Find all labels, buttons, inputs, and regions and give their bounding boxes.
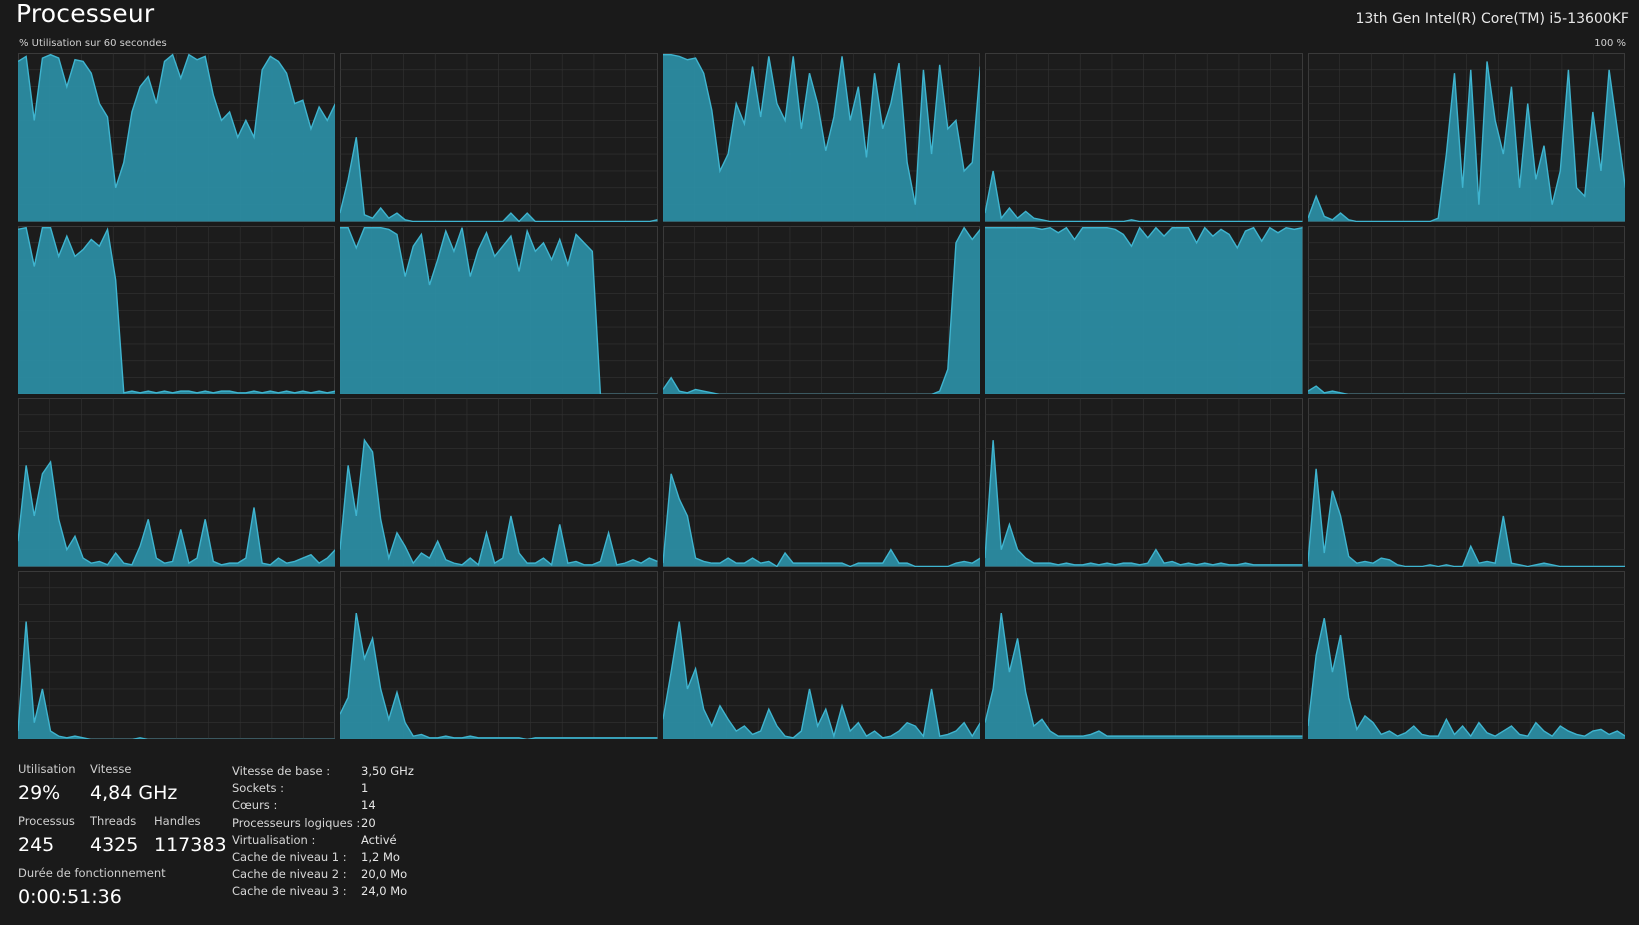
cpu-graph-core-9[interactable] <box>1307 225 1625 394</box>
cpu-graph-svg <box>18 226 336 394</box>
cpu-graph-svg <box>340 571 658 739</box>
stat-label: Threads <box>90 814 137 828</box>
cpu-graph-svg <box>985 226 1303 394</box>
cpu-graph-core-8[interactable] <box>985 225 1303 394</box>
cpu-graph-svg <box>1307 226 1625 394</box>
usage-area <box>340 227 658 394</box>
spec-key: Vitesse de base : <box>232 764 331 778</box>
cpu-graph-core-1[interactable] <box>340 53 658 222</box>
cpu-graph-svg <box>985 398 1303 567</box>
stat-value: 0:00:51:36 <box>18 886 122 908</box>
cpu-graph-core-12[interactable] <box>662 398 981 567</box>
stat-uptime: Durée de fonctionnement 0:00:51:36 <box>18 866 166 908</box>
spec-key: Cache de niveau 2 : <box>232 867 347 882</box>
spec-value: 20,0 Mo <box>361 867 408 882</box>
cpu-graph-svg <box>662 398 981 567</box>
stat-label: Durée de fonctionnement <box>18 866 166 880</box>
cpu-graph-svg <box>18 398 336 567</box>
cpu-graph-core-4[interactable] <box>1307 53 1625 222</box>
graph-max-label: 100 % <box>1594 38 1626 49</box>
stat-value: 117383 <box>154 834 227 856</box>
cpu-graph-core-7[interactable] <box>662 225 981 394</box>
cpu-graph-svg <box>1307 53 1625 222</box>
cpu-model-name: 13th Gen Intel(R) Core(TM) i5-13600KF <box>1355 11 1629 27</box>
spec-key: Cache de niveau 3 : <box>232 884 347 899</box>
cpu-graph-core-5[interactable] <box>18 225 336 394</box>
cpu-graph-core-19[interactable] <box>1307 570 1625 739</box>
cpu-graph-core-0[interactable] <box>18 53 336 222</box>
stat-label: Handles <box>154 814 201 828</box>
spec-value: 14 <box>361 798 376 813</box>
stat-label: Utilisation <box>18 762 76 776</box>
spec-value: Activé <box>361 832 397 847</box>
stat-threads: Threads 4325 <box>90 814 138 856</box>
spec-key: Cœurs : <box>232 798 278 813</box>
spec-value: 1,2 Mo <box>361 850 400 864</box>
cpu-graph-svg <box>662 226 981 394</box>
cpu-graph-svg <box>985 571 1303 739</box>
cpu-graph-core-2[interactable] <box>662 53 981 222</box>
cpu-graph-core-11[interactable] <box>340 398 658 567</box>
cpu-graph-core-3[interactable] <box>985 53 1303 222</box>
stat-value: 245 <box>18 834 55 856</box>
usage-area <box>985 227 1303 394</box>
spec-key: Processeurs logiques : <box>232 815 361 830</box>
cpu-graph-core-17[interactable] <box>662 570 981 739</box>
cpu-graph-core-14[interactable] <box>1307 398 1625 567</box>
cpu-graph-svg <box>340 53 658 222</box>
cpu-graph-grid[interactable] <box>18 53 1625 739</box>
cpu-graph-core-18[interactable] <box>985 570 1303 739</box>
spec-value: 1 <box>361 781 369 796</box>
stat-value: 4,84 GHz <box>90 782 178 804</box>
cpu-graph-core-16[interactable] <box>340 570 658 739</box>
stat-value: 29% <box>18 782 61 804</box>
cpu-graph-svg <box>662 571 981 739</box>
cpu-graph-core-15[interactable] <box>18 570 336 739</box>
stat-label: Processus <box>18 814 75 828</box>
cpu-graph-svg <box>18 571 336 739</box>
spec-key: Sockets : <box>232 781 285 796</box>
cpu-graph-svg <box>1307 398 1625 567</box>
cpu-graph-svg <box>340 398 658 567</box>
spec-key: Cache de niveau 1 : <box>232 850 347 864</box>
cpu-graph-core-10[interactable] <box>18 398 336 567</box>
spec-value: 20 <box>361 815 376 830</box>
stat-processus: Processus 245 <box>18 814 75 856</box>
stat-label: Vitesse <box>90 762 132 776</box>
spec-key: Virtualisation : <box>232 832 316 847</box>
stat-utilisation: Utilisation 29% <box>18 762 76 804</box>
graph-caption: % Utilisation sur 60 secondes <box>19 38 167 49</box>
stat-vitesse: Vitesse 4,84 GHz <box>90 762 177 804</box>
spec-value: 3,50 GHz <box>361 764 414 778</box>
cpu-graph-svg <box>340 226 658 394</box>
spec-value: 24,0 Mo <box>361 884 408 899</box>
cpu-graph-svg <box>662 53 981 222</box>
cpu-graph-svg <box>1307 571 1625 739</box>
page-title: Processeur <box>16 0 155 28</box>
cpu-graph-core-6[interactable] <box>340 225 658 394</box>
cpu-graph-core-13[interactable] <box>985 398 1303 567</box>
stat-handles: Handles 117383 <box>154 814 227 856</box>
stat-value: 4325 <box>90 834 139 856</box>
cpu-graph-svg <box>985 53 1303 222</box>
cpu-graph-svg <box>18 53 336 222</box>
